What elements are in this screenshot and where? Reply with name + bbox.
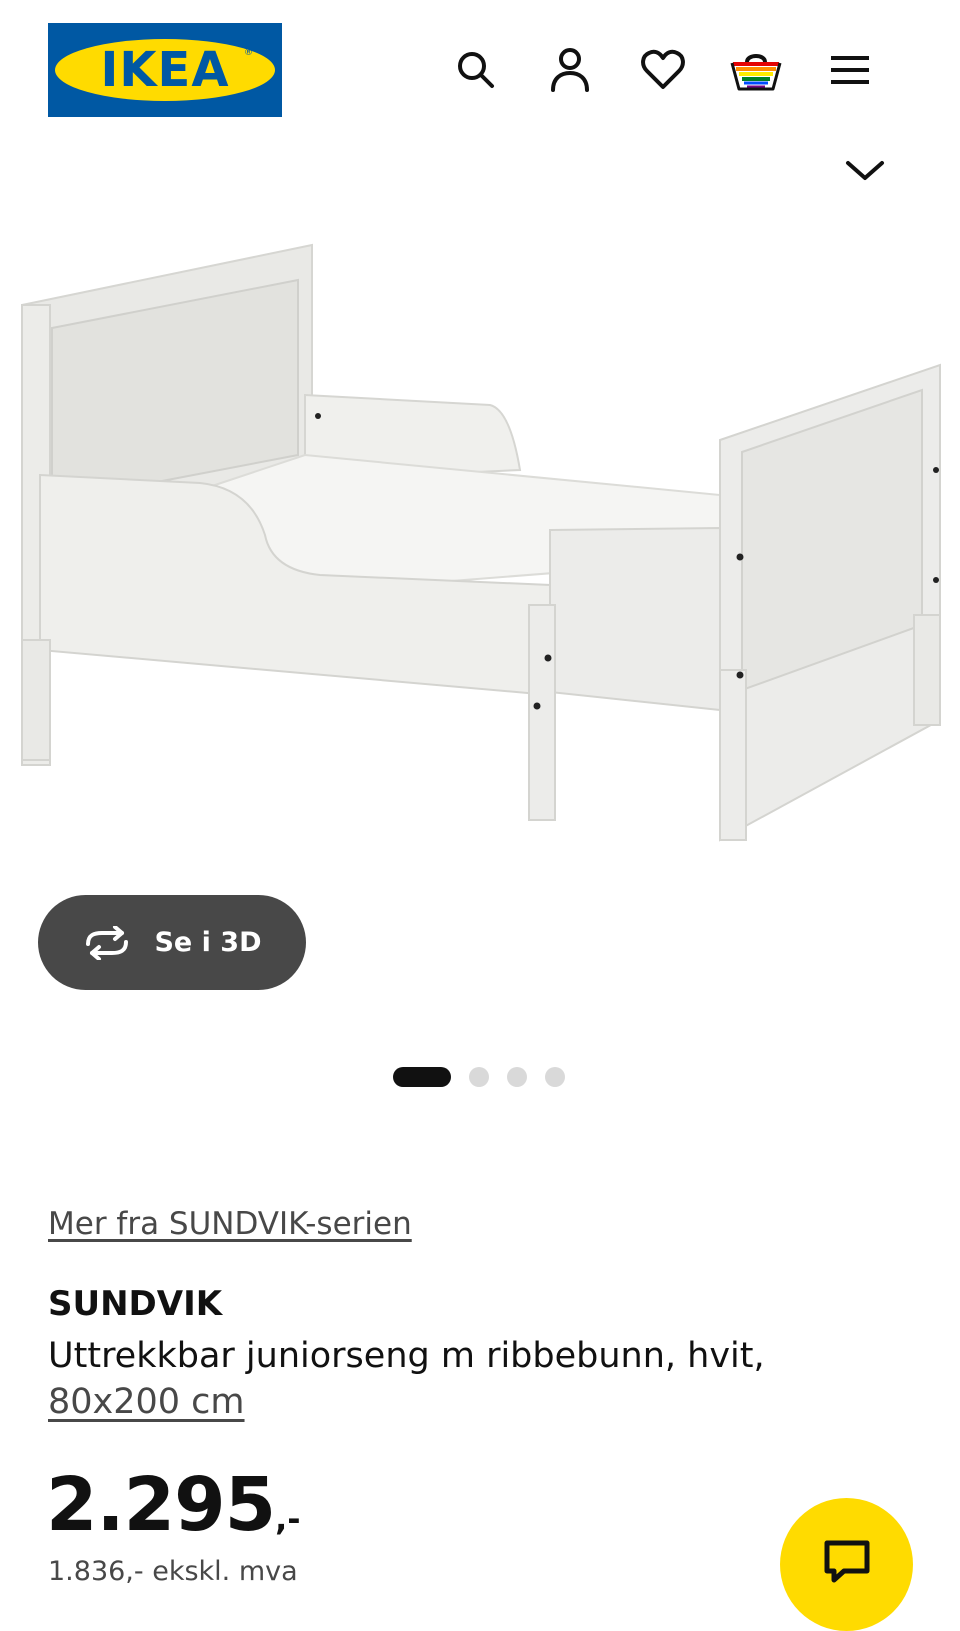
product-image[interactable] [0,230,960,890]
chat-button[interactable] [780,1498,913,1631]
gallery-dot-2[interactable] [469,1067,489,1087]
gallery-pagination [393,1067,565,1087]
heart-icon [641,49,685,89]
search-icon [458,52,494,88]
logo-oval: IKEA ® [55,39,275,101]
logo-text: IKEA [100,42,230,98]
product-description: Uttrekkbar juniorseng m ribbebunn, hvit, [48,1336,765,1376]
favourites-button[interactable] [633,40,693,100]
product-name: SUNDVIK [48,1284,223,1324]
view-in-3d-button[interactable]: Se i 3D [38,895,306,990]
expand-chevron[interactable] [840,150,890,190]
search-button[interactable] [446,40,506,100]
chevron-down-icon [846,161,884,180]
rotate-3d-icon [86,925,129,960]
menu-icon [831,56,869,84]
price-excl-vat: 1.836,- ekskl. mva [48,1556,298,1587]
gallery-dot-1[interactable] [393,1067,451,1087]
account-icon [551,48,589,92]
price-suffix: ,- [275,1500,301,1538]
menu-button[interactable] [820,40,880,100]
header: IKEA ® [0,0,960,140]
logo-registered-mark: ® [244,48,253,58]
view-in-3d-label: Se i 3D [154,927,262,958]
account-button[interactable] [540,40,600,100]
gallery-dot-3[interactable] [507,1067,527,1087]
basket-icon [730,54,782,91]
price-amount: 2.295 [46,1462,276,1548]
gallery-dot-4[interactable] [545,1067,565,1087]
product-size-link[interactable]: 80x200 cm [48,1379,245,1425]
chat-icon [824,1540,869,1583]
series-link[interactable]: Mer fra SUNDVIK-serien [48,1206,412,1242]
ikea-logo[interactable]: IKEA ® [48,23,282,117]
basket-button[interactable] [726,40,786,100]
product-price: 2.295,- [46,1462,301,1548]
